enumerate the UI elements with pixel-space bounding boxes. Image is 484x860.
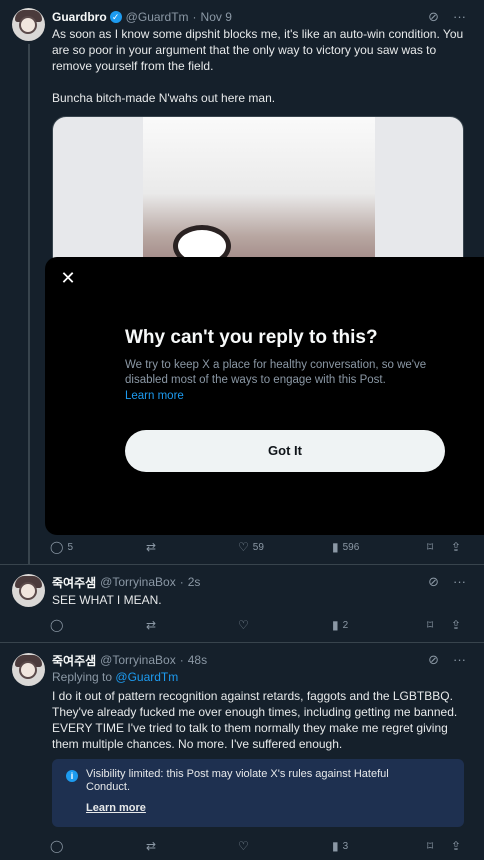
tweet-top-actions: ⊘ ···	[428, 652, 466, 668]
display-name[interactable]: 죽여주샘	[52, 574, 96, 591]
views-button[interactable]: ▮ 3	[332, 839, 348, 853]
view-count: 2	[342, 619, 349, 631]
grok-icon[interactable]: ⊘	[428, 652, 439, 668]
views-button[interactable]: ▮ 596	[332, 540, 359, 554]
bookmark-button[interactable]: ⌑	[427, 540, 433, 554]
bookmark-icon: ⌑	[427, 618, 434, 632]
reply-button[interactable]: ◯ 5	[50, 540, 73, 554]
timestamp[interactable]: 48s	[188, 653, 207, 667]
share-icon: ⇪	[451, 540, 462, 554]
more-icon[interactable]: ···	[453, 574, 466, 590]
views-icon: ▮	[332, 618, 339, 632]
display-name[interactable]: 죽여주샘	[52, 652, 96, 669]
repost-button[interactable]: ⇄	[146, 839, 156, 853]
reply-button[interactable]: ◯	[50, 839, 63, 853]
more-icon[interactable]: ···	[453, 9, 466, 25]
bookmark-button[interactable]: ⌑	[427, 618, 433, 632]
grok-icon[interactable]: ⊘	[428, 9, 439, 25]
reply-icon: ◯	[50, 540, 64, 554]
bookmark-icon: ⌑	[427, 839, 434, 853]
display-name[interactable]: Guardbro	[52, 10, 107, 24]
share-button[interactable]: ⇪	[451, 839, 461, 853]
tweet-top-actions: ⊘ ···	[428, 9, 466, 25]
views-icon: ▮	[332, 839, 339, 853]
timestamp[interactable]: 2s	[188, 575, 201, 589]
tweet-actions: ◯ 5 ⇄ ♡ 59 ▮ 596 ⌑ ⇪	[50, 539, 468, 555]
grok-icon[interactable]: ⊘	[428, 574, 439, 590]
tweet-actions: ◯ ⇄ ♡ ▮ 3 ⌑ ⇪	[50, 838, 468, 854]
like-button[interactable]: ♡	[238, 839, 249, 853]
visibility-text: Visibility limited: this Post may violat…	[86, 768, 389, 793]
share-button[interactable]: ⇪	[451, 540, 461, 554]
views-button[interactable]: ▮ 2	[332, 618, 348, 632]
repost-icon: ⇄	[146, 540, 157, 554]
like-button[interactable]: ♡	[238, 618, 249, 632]
heart-icon: ♡	[238, 540, 249, 554]
modal-body: We try to keep X a place for healthy con…	[125, 359, 427, 386]
heart-icon: ♡	[238, 839, 249, 853]
tweet[interactable]: 죽여주샘 @TorryinaBox · 2s ⊘ ··· SEE WHAT I …	[0, 565, 484, 643]
avatar[interactable]	[12, 653, 45, 686]
tweet-header: 죽여주샘 @TorryinaBox · 48s	[52, 651, 207, 669]
replying-to-link[interactable]: @GuardTm	[115, 670, 178, 684]
reply-icon: ◯	[50, 618, 64, 632]
repost-icon: ⇄	[146, 618, 157, 632]
tweet-actions: ◯ ⇄ ♡ ▮ 2 ⌑ ⇪	[50, 617, 468, 633]
views-icon: ▮	[332, 540, 339, 554]
tweet-top-actions: ⊘ ···	[428, 574, 466, 590]
learn-more-link[interactable]: Learn more	[86, 802, 146, 814]
avatar[interactable]	[12, 8, 45, 41]
view-count: 3	[342, 840, 349, 852]
reply-count: 5	[67, 541, 73, 553]
repost-icon: ⇄	[146, 839, 157, 853]
bookmark-button[interactable]: ⌑	[427, 839, 433, 853]
handle[interactable]: @TorryinaBox	[100, 653, 176, 667]
separator: ·	[179, 653, 184, 667]
replying-to: Replying to @GuardTm	[52, 670, 178, 684]
bookmark-icon: ⌑	[427, 540, 434, 554]
tweet-header: 죽여주샘 @TorryinaBox · 2s	[52, 573, 200, 591]
info-icon: i	[66, 770, 78, 782]
close-icon[interactable]: ✕	[59, 269, 77, 287]
separator: ·	[192, 10, 197, 24]
tweet-text: SEE WHAT I MEAN.	[52, 593, 162, 607]
share-icon: ⇪	[451, 618, 462, 632]
separator: ·	[179, 575, 184, 589]
got-it-button[interactable]: Got It	[125, 430, 445, 472]
tweet-paragraph: As soon as I know some dipshit blocks me…	[52, 27, 464, 73]
tweet-text: As soon as I know some dipshit blocks me…	[52, 26, 464, 122]
thread-line	[28, 44, 30, 565]
repost-button[interactable]: ⇄	[146, 618, 156, 632]
visibility-notice: i Visibility limited: this Post may viol…	[52, 759, 464, 827]
share-icon: ⇪	[451, 839, 462, 853]
handle[interactable]: @GuardTm	[126, 10, 189, 24]
replying-prefix: Replying to	[52, 670, 113, 684]
view-count: 596	[342, 541, 360, 553]
like-button[interactable]: ♡ 59	[238, 540, 264, 554]
heart-icon: ♡	[238, 618, 249, 632]
repost-button[interactable]: ⇄	[146, 540, 156, 554]
tweet-paragraph: Buncha bitch-made N'wahs out here man.	[52, 91, 276, 105]
modal-title: Why can't you reply to this?	[125, 327, 378, 348]
timestamp[interactable]: Nov 9	[201, 10, 232, 24]
like-count: 59	[252, 541, 264, 553]
verified-icon: ✓	[109, 11, 122, 23]
more-icon[interactable]: ···	[453, 652, 466, 668]
reply-button[interactable]: ◯	[50, 618, 63, 632]
tweet-text: I do it out of pattern recognition again…	[52, 689, 458, 751]
reply-icon: ◯	[50, 839, 64, 853]
avatar[interactable]	[12, 574, 45, 607]
reply-restriction-modal: ✕ Why can't you reply to this? We try to…	[45, 257, 484, 535]
handle[interactable]: @TorryinaBox	[100, 575, 176, 589]
tweet-header: Guardbro ✓ @GuardTm · Nov 9	[52, 8, 232, 26]
tweet[interactable]: 죽여주샘 @TorryinaBox · 48s ⊘ ··· Replying t…	[0, 643, 484, 860]
share-button[interactable]: ⇪	[451, 618, 461, 632]
learn-more-link[interactable]: Learn more	[125, 390, 184, 402]
